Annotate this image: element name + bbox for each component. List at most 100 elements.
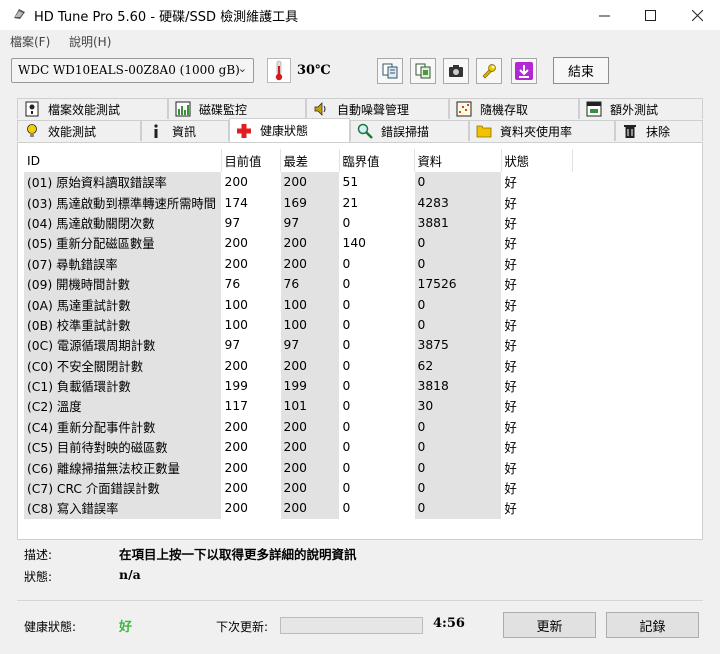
cell-raw-data: 4283 [414, 192, 502, 213]
column-header-data[interactable]: 資料 [414, 149, 502, 172]
cell-threshold-value: 0 [339, 253, 415, 274]
tab-file-benchmark[interactable]: 檔案效能測試 [17, 98, 168, 119]
log-button[interactable]: 記錄 [606, 612, 699, 638]
smart-table: ID 目前值 最差 臨界值 資料 狀態 (01) 原始資料讀取錯誤率 200 200… [24, 149, 573, 519]
tab-noise-management[interactable]: 自動噪聲管理 [306, 98, 449, 119]
minimize-button[interactable] [581, 0, 627, 30]
table-row[interactable]: (C6) 離線掃描無法校正數量 200 200 0 0 好 [24, 457, 573, 478]
table-row[interactable]: (04) 馬達啟動關閉次數 97 97 0 3881 好 [24, 212, 573, 234]
cell-raw-data: 62 [414, 355, 502, 376]
cell-worst-value: 100 [280, 294, 340, 315]
table-row[interactable]: (03) 馬達啟動到標準轉速所需時間 174 169 21 4283 好 [24, 192, 573, 213]
cell-raw-data: 3818 [414, 375, 502, 397]
copy-info-button[interactable] [410, 58, 436, 84]
cell-worst-value: 200 [280, 253, 340, 274]
maximize-icon [644, 9, 656, 21]
cell-current-value: 200 [221, 498, 281, 519]
tab-erase[interactable]: 抹除 [615, 120, 703, 141]
cell-worst-value: 200 [280, 172, 340, 193]
table-row[interactable]: (05) 重新分配磁區數量 200 200 140 0 好 [24, 233, 573, 254]
refresh-button[interactable]: 更新 [503, 612, 596, 638]
screenshot-button[interactable] [443, 58, 469, 84]
table-row[interactable]: (C4) 重新分配事件計數 200 200 0 0 好 [24, 416, 573, 438]
close-icon [691, 9, 703, 21]
cell-status: 好 [501, 314, 573, 336]
save-button[interactable] [511, 58, 537, 84]
cell-threshold-value: 0 [339, 355, 415, 376]
column-header-worst[interactable]: 最差 [280, 149, 340, 172]
table-row[interactable]: (C0) 不安全關閉計數 200 200 0 62 好 [24, 355, 573, 376]
cell-raw-data: 0 [414, 498, 502, 519]
tab-label: 抹除 [646, 124, 671, 139]
table-row[interactable]: (0A) 馬達重試計數 100 100 0 0 好 [24, 294, 573, 315]
cell-attribute-id: (0B) 校準重試計數 [24, 314, 222, 336]
table-row[interactable]: (01) 原始資料讀取錯誤率 200 200 51 0 好 [24, 172, 573, 193]
table-row[interactable]: (C8) 寫入錯誤率 200 200 0 0 好 [24, 498, 573, 519]
copy-info-icon [415, 63, 431, 79]
cell-attribute-id: (05) 重新分配磁區數量 [24, 233, 222, 254]
tab-disk-monitor[interactable]: 磁碟監控 [168, 98, 306, 119]
tab-health[interactable]: 健康狀態 [229, 118, 350, 142]
cell-threshold-value: 0 [339, 416, 415, 438]
column-header-status[interactable]: 狀態 [501, 149, 573, 172]
table-row[interactable]: (C5) 目前待對映的磁區數 200 200 0 0 好 [24, 437, 573, 458]
drive-select-value: WDC WD10EALS-00Z8A0 (1000 gB) [18, 63, 240, 77]
divider [17, 600, 703, 601]
tab-folder-usage[interactable]: 資料夾使用率 [469, 120, 615, 141]
table-row[interactable]: (C2) 溫度 117 101 0 30 好 [24, 396, 573, 417]
close-button[interactable] [674, 0, 720, 30]
cell-worst-value: 100 [280, 314, 340, 336]
tab-benchmark[interactable]: 效能測試 [17, 120, 141, 141]
table-row[interactable]: (09) 開機時間計數 76 76 0 17526 好 [24, 273, 573, 295]
table-row[interactable]: (0B) 校準重試計數 100 100 0 0 好 [24, 314, 573, 336]
cell-attribute-id: (C1) 負載循環計數 [24, 375, 222, 397]
cell-threshold-value: 0 [339, 498, 415, 519]
table-row[interactable]: (C7) CRC 介面錯誤計數 200 200 0 0 好 [24, 477, 573, 499]
cell-attribute-id: (C2) 溫度 [24, 396, 222, 417]
cell-worst-value: 169 [280, 192, 340, 213]
cell-threshold-value: 0 [339, 335, 415, 356]
toolbar: WDC WD10EALS-00Z8A0 (1000 gB) ⌄ 30℃ 結束 [0, 52, 720, 90]
maximize-button[interactable] [627, 0, 673, 30]
cell-raw-data: 0 [414, 233, 502, 254]
drive-select[interactable]: WDC WD10EALS-00Z8A0 (1000 gB) ⌄ [11, 58, 254, 83]
table-row[interactable]: (0C) 電源循環周期計數 97 97 0 3875 好 [24, 335, 573, 356]
exit-button[interactable]: 結束 [553, 57, 609, 84]
cell-status: 好 [501, 212, 573, 234]
cell-status: 好 [501, 172, 573, 193]
options-button[interactable] [476, 58, 502, 84]
cell-worst-value: 200 [280, 437, 340, 458]
column-header-current[interactable]: 目前值 [221, 149, 281, 172]
cell-current-value: 100 [221, 294, 281, 315]
table-row[interactable]: (C1) 負載循環計數 199 199 0 3818 好 [24, 375, 573, 397]
copy-text-button[interactable] [377, 58, 403, 84]
cell-attribute-id: (C6) 離線掃描無法校正數量 [24, 457, 222, 478]
hdtune-app-icon [14, 9, 25, 19]
cell-raw-data: 30 [414, 396, 502, 417]
update-progress-bar [280, 617, 423, 634]
cell-status: 好 [501, 192, 573, 213]
minimize-icon [598, 15, 610, 16]
tab-random-access[interactable]: 隨機存取 [449, 98, 579, 119]
health-cross-icon [236, 123, 252, 139]
table-row[interactable]: (07) 尋軌錯誤率 200 200 0 0 好 [24, 253, 573, 274]
cell-status: 好 [501, 253, 573, 274]
save-download-icon [515, 62, 533, 80]
cell-attribute-id: (C0) 不安全關閉計數 [24, 355, 222, 376]
tab-error-scan[interactable]: 錯誤掃描 [350, 120, 469, 141]
tab-extra-tests[interactable]: 額外測試 [579, 98, 703, 119]
column-header-threshold[interactable]: 臨界值 [339, 149, 415, 172]
menu-file[interactable]: 檔案(F) [10, 33, 50, 50]
cell-worst-value: 97 [280, 212, 340, 234]
tab-info[interactable]: 資訊 [141, 120, 229, 141]
cell-raw-data: 0 [414, 477, 502, 499]
column-header-id[interactable]: ID [24, 149, 222, 172]
cell-status: 好 [501, 355, 573, 376]
tab-label: 額外測試 [610, 102, 659, 117]
menu-help[interactable]: 說明(H) [69, 33, 111, 50]
cell-current-value: 200 [221, 457, 281, 478]
cell-current-value: 100 [221, 314, 281, 336]
cell-status: 好 [501, 416, 573, 438]
cell-worst-value: 76 [280, 273, 340, 295]
disk-monitor-icon [175, 101, 191, 117]
